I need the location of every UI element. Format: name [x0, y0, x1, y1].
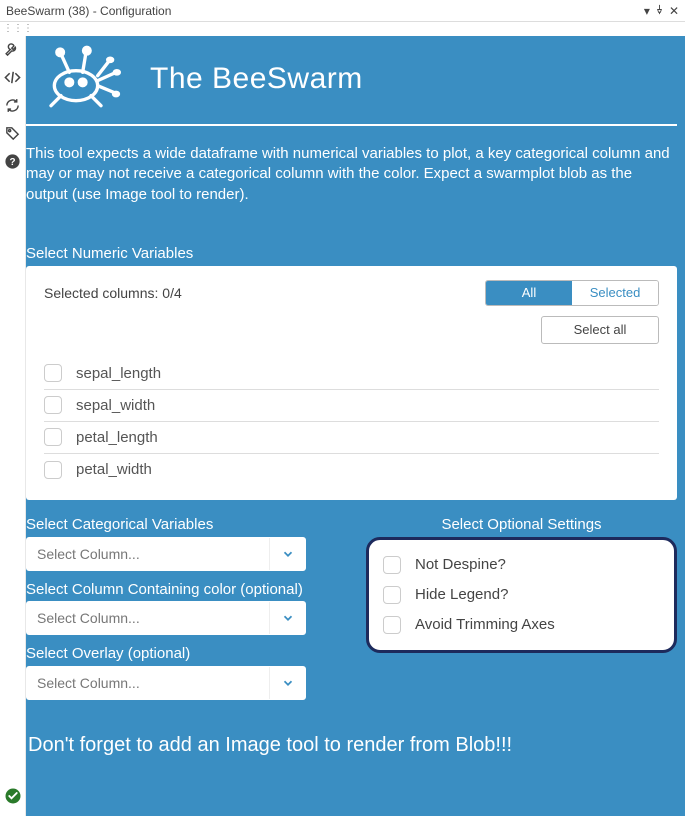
- window-title: BeeSwarm (38) - Configuration: [6, 4, 640, 18]
- color-column-label: Select Column Containing color (optional…: [26, 581, 306, 600]
- option-label: Not Despine?: [415, 556, 506, 573]
- list-item[interactable]: sepal_width: [44, 390, 659, 422]
- list-item[interactable]: petal_width: [44, 454, 659, 486]
- column-label: petal_length: [76, 429, 158, 446]
- column-label: sepal_length: [76, 365, 161, 382]
- chevron-down-icon[interactable]: [269, 538, 305, 570]
- categorical-combo[interactable]: Select Column...: [26, 537, 306, 571]
- columns-list: sepal_length sepal_width petal_length pe…: [44, 358, 659, 486]
- tool-description: This tool expects a wide dataframe with …: [26, 144, 677, 205]
- checkbox[interactable]: [44, 428, 62, 446]
- left-toolbar: ?: [0, 36, 26, 816]
- pin-icon[interactable]: [654, 4, 665, 18]
- sync-icon[interactable]: [4, 96, 22, 114]
- code-icon[interactable]: [4, 68, 22, 86]
- checkbox[interactable]: [383, 556, 401, 574]
- svg-text:?: ?: [9, 157, 15, 168]
- overlay-label: Select Overlay (optional): [26, 645, 306, 664]
- help-icon[interactable]: ?: [4, 152, 22, 170]
- list-item[interactable]: petal_length: [44, 422, 659, 454]
- checkbox[interactable]: [44, 461, 62, 479]
- option-label: Avoid Trimming Axes: [415, 616, 555, 633]
- optional-settings-box: Not Despine? Hide Legend? Avoid Trimming…: [366, 537, 677, 653]
- segment-toggle: All Selected: [485, 280, 659, 306]
- numeric-columns-card: Selected columns: 0/4 All Selected Selec…: [26, 266, 677, 500]
- list-item[interactable]: sepal_length: [44, 358, 659, 390]
- selected-count-label: Selected columns: 0/4: [44, 285, 485, 301]
- column-label: petal_width: [76, 461, 152, 478]
- window-titlebar: BeeSwarm (38) - Configuration ▾ ✕: [0, 0, 685, 22]
- segment-all-button[interactable]: All: [486, 281, 572, 305]
- column-label: sepal_width: [76, 397, 155, 414]
- option-row[interactable]: Avoid Trimming Axes: [383, 610, 660, 640]
- checkbox[interactable]: [383, 616, 401, 634]
- chevron-down-icon[interactable]: [269, 667, 305, 699]
- combo-placeholder: Select Column...: [27, 538, 269, 570]
- checkbox[interactable]: [44, 396, 62, 414]
- checkbox[interactable]: [383, 586, 401, 604]
- categorical-label: Select Categorical Variables: [26, 516, 306, 535]
- optional-settings-label: Select Optional Settings: [366, 516, 677, 533]
- numeric-section-label: Select Numeric Variables: [26, 245, 677, 262]
- status-ok-icon: [4, 787, 22, 808]
- tag-icon[interactable]: [4, 124, 22, 142]
- option-row[interactable]: Hide Legend?: [383, 580, 660, 610]
- app-title: The BeeSwarm: [150, 62, 363, 96]
- segment-selected-button[interactable]: Selected: [572, 281, 658, 305]
- wrench-icon[interactable]: [4, 40, 22, 58]
- color-combo[interactable]: Select Column...: [26, 601, 306, 635]
- footer-note: Don't forget to add an Image tool to ren…: [26, 734, 677, 757]
- config-panel: The BeeSwarm This tool expects a wide da…: [26, 36, 685, 816]
- option-row[interactable]: Not Despine?: [383, 550, 660, 580]
- grip-dots-icon[interactable]: ⋮⋮⋮: [0, 22, 685, 36]
- divider: [26, 124, 677, 126]
- option-label: Hide Legend?: [415, 586, 508, 603]
- bee-logo-icon: [36, 44, 136, 114]
- chevron-down-icon[interactable]: [269, 602, 305, 634]
- select-all-button[interactable]: Select all: [541, 316, 659, 344]
- dropdown-icon[interactable]: ▾: [644, 4, 650, 18]
- combo-placeholder: Select Column...: [27, 602, 269, 634]
- combo-placeholder: Select Column...: [27, 667, 269, 699]
- close-icon[interactable]: ✕: [669, 4, 679, 18]
- overlay-combo[interactable]: Select Column...: [26, 666, 306, 700]
- app-header: The BeeSwarm: [26, 36, 677, 124]
- checkbox[interactable]: [44, 364, 62, 382]
